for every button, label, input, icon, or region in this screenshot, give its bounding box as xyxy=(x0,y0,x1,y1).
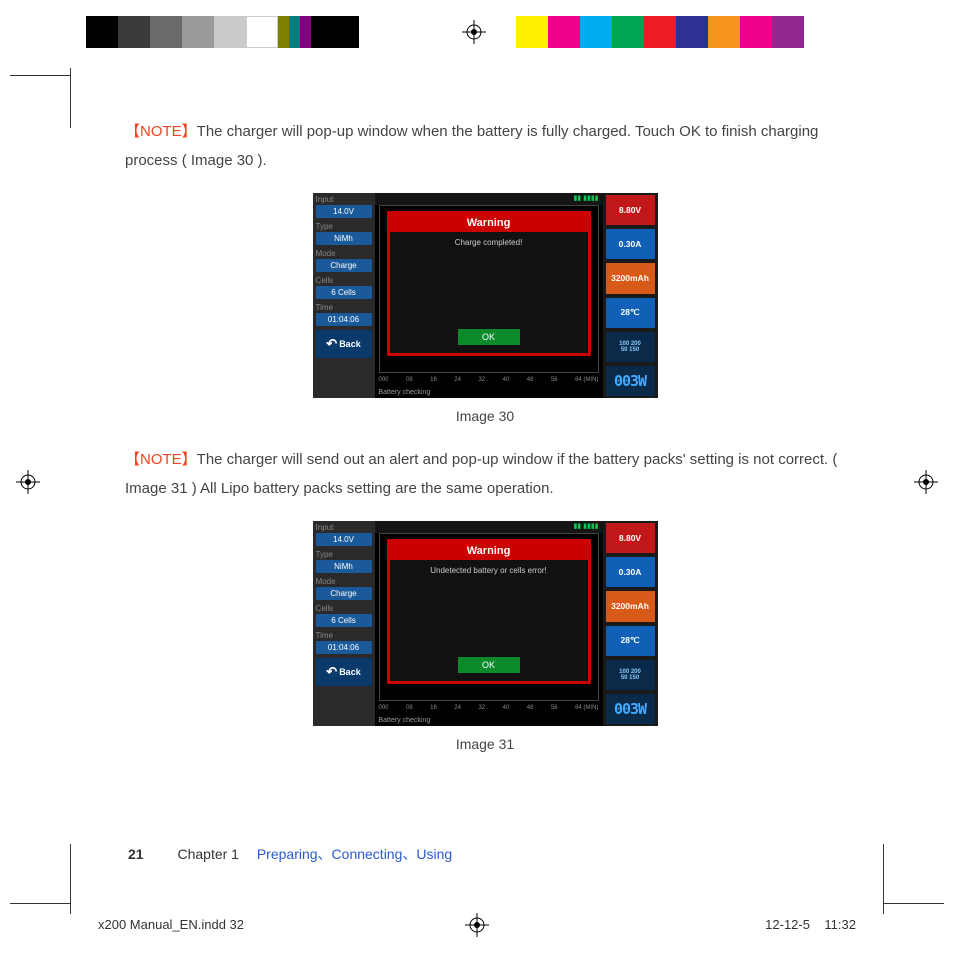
chapter-label: Chapter 1 xyxy=(177,846,238,862)
crop-mark xyxy=(70,68,71,128)
popup-title: Warning xyxy=(390,214,588,232)
page-number: 21 xyxy=(128,846,144,862)
note-label: 【NOTE】 xyxy=(125,123,197,140)
popup-title: Warning xyxy=(390,542,588,560)
color-bar-grayscale xyxy=(86,16,359,48)
charger-graph-area: ▮▮ ▮▮▮▮ 0000816243240485664 (MIN) Batter… xyxy=(375,521,603,726)
registration-mark-icon xyxy=(914,470,938,494)
note-1-text: The charger will pop-up window when the … xyxy=(125,123,818,169)
mode-label: Mode xyxy=(313,247,375,258)
note-1: 【NOTE】The charger will pop-up window whe… xyxy=(125,118,845,175)
time-label: Time xyxy=(313,301,375,312)
charger-top-bar: ▮▮ ▮▮▮▮ xyxy=(375,193,603,205)
time-label: Time xyxy=(313,629,375,640)
figure-31-caption: Image 31 xyxy=(125,736,845,752)
note-label: 【NOTE】 xyxy=(125,451,197,468)
crop-mark xyxy=(10,75,70,76)
warning-popup: Warning Undetected battery or cells erro… xyxy=(387,539,591,684)
charger-right-panel: 8.80V 0.30A 3200mAh 28℃ 100 20050 150 00… xyxy=(603,521,658,726)
input-label: Input xyxy=(313,521,375,532)
charger-graph-area: ▮▮ ▮▮▮▮ 0000816243240485664 (MIN) Batter… xyxy=(375,193,603,398)
back-arrow-icon: ↶ xyxy=(326,336,337,352)
crop-mark xyxy=(70,844,71,914)
gauge-readout: 100 20050 150 xyxy=(606,660,655,690)
popup-message: Charge completed! xyxy=(390,232,588,253)
capacity-readout: 3200mAh xyxy=(606,591,655,621)
registration-mark-icon xyxy=(16,470,40,494)
capacity-readout: 3200mAh xyxy=(606,263,655,293)
charger-screenshot-31: Input 14.0V Type NiMh Mode Charge Cells … xyxy=(313,521,658,726)
current-readout: 0.30A xyxy=(606,557,655,587)
popup-message: Undetected battery or cells error! xyxy=(390,560,588,581)
imposition-metadata: x200 Manual_EN.indd 32 12-12-5 11:32 xyxy=(98,917,856,932)
voltage-readout: 8.80V xyxy=(606,195,655,225)
registration-mark-icon xyxy=(462,20,486,44)
input-value: 14.0V xyxy=(316,533,372,546)
mode-value: Charge xyxy=(316,259,372,272)
cells-label: Cells xyxy=(313,274,375,285)
warning-popup: Warning Charge completed! OK xyxy=(387,211,591,356)
color-bar-cmyk xyxy=(516,16,804,48)
current-readout: 0.30A xyxy=(606,229,655,259)
cells-value: 6 Cells xyxy=(316,614,372,627)
charger-screenshot-30: Input 14.0V Type NiMh Mode Charge Cells … xyxy=(313,193,658,398)
charger-logo: 003W xyxy=(606,366,655,396)
figure-31: Input 14.0V Type NiMh Mode Charge Cells … xyxy=(125,521,845,752)
time-value: 01:04:06 xyxy=(316,313,372,326)
date-time: 12-12-5 11:32 xyxy=(765,917,856,932)
type-label: Type xyxy=(313,548,375,559)
crop-mark xyxy=(884,903,944,904)
crop-mark xyxy=(10,903,70,904)
time-value: 01:04:06 xyxy=(316,641,372,654)
type-value: NiMh xyxy=(316,560,372,573)
charger-top-bar: ▮▮ ▮▮▮▮ xyxy=(375,521,603,533)
input-value: 14.0V xyxy=(316,205,372,218)
ok-button[interactable]: OK xyxy=(458,657,520,673)
section-title: Preparing、Connecting、Using xyxy=(257,846,452,862)
charger-left-panel: Input 14.0V Type NiMh Mode Charge Cells … xyxy=(313,193,375,398)
crop-mark xyxy=(883,844,884,914)
gauge-readout: 100 20050 150 xyxy=(606,332,655,362)
charger-xaxis: 0000816243240485664 (MIN) xyxy=(379,377,599,383)
note-2-text: The charger will send out an alert and p… xyxy=(125,451,837,497)
voltage-readout: 8.80V xyxy=(606,523,655,553)
type-label: Type xyxy=(313,220,375,231)
cells-label: Cells xyxy=(313,602,375,613)
back-button[interactable]: ↶Back xyxy=(316,658,372,686)
charger-xaxis: 0000816243240485664 (MIN) xyxy=(379,705,599,711)
registration-mark-icon xyxy=(465,913,489,937)
note-2: 【NOTE】The charger will send out an alert… xyxy=(125,446,845,503)
charger-status: Battery checking xyxy=(379,389,431,396)
type-value: NiMh xyxy=(316,232,372,245)
charger-logo: 003W xyxy=(606,694,655,724)
page-content: 【NOTE】The charger will pop-up window whe… xyxy=(125,118,845,762)
charger-right-panel: 8.80V 0.30A 3200mAh 28℃ 100 20050 150 00… xyxy=(603,193,658,398)
page-footer: 21 Chapter 1 Preparing、Connecting、Using xyxy=(128,844,452,864)
temp-readout: 28℃ xyxy=(606,298,655,328)
mode-value: Charge xyxy=(316,587,372,600)
temp-readout: 28℃ xyxy=(606,626,655,656)
back-arrow-icon: ↶ xyxy=(326,664,337,680)
ok-button[interactable]: OK xyxy=(458,329,520,345)
cells-value: 6 Cells xyxy=(316,286,372,299)
mode-label: Mode xyxy=(313,575,375,586)
charger-status: Battery checking xyxy=(379,717,431,724)
charger-left-panel: Input 14.0V Type NiMh Mode Charge Cells … xyxy=(313,521,375,726)
input-label: Input xyxy=(313,193,375,204)
back-button[interactable]: ↶Back xyxy=(316,330,372,358)
figure-30: Input 14.0V Type NiMh Mode Charge Cells … xyxy=(125,193,845,424)
figure-30-caption: Image 30 xyxy=(125,408,845,424)
source-file: x200 Manual_EN.indd 32 xyxy=(98,917,244,932)
